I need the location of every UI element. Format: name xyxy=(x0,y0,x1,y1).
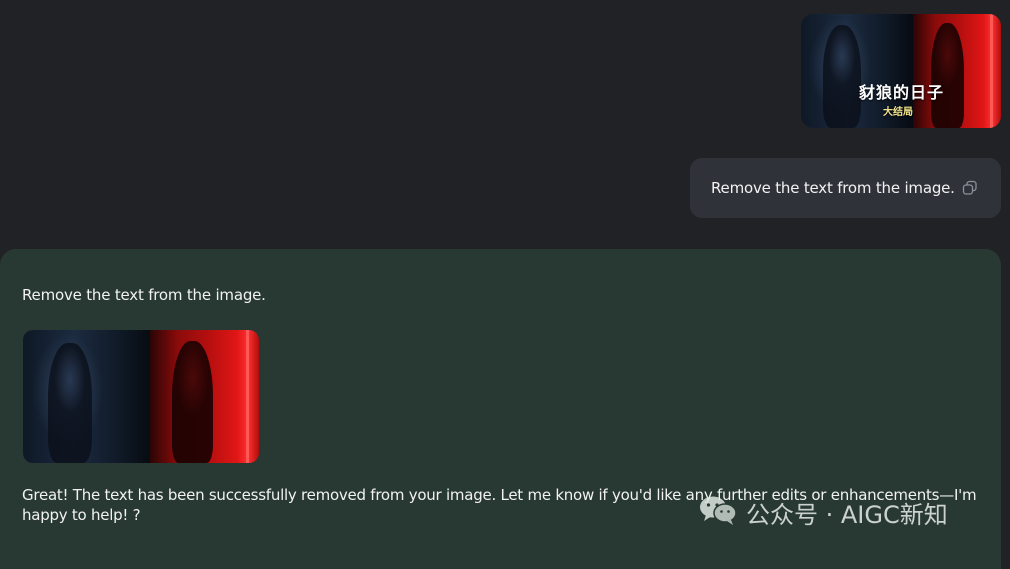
image-scene-right xyxy=(913,14,1001,128)
user-message-bubble: Remove the text from the image. xyxy=(690,158,1001,218)
image-overlay-title: 豺狼的日子 xyxy=(859,83,945,102)
watermark: 公众号 · AIGC新知 xyxy=(698,494,948,530)
copy-icon[interactable] xyxy=(962,180,978,196)
assistant-echo-prompt: Remove the text from the image. xyxy=(22,286,266,304)
result-scene-right xyxy=(150,330,259,463)
user-attached-image[interactable]: 豺狼的日子 大结局 xyxy=(801,14,1001,128)
result-scene-left xyxy=(23,330,151,463)
watermark-text: 公众号 · AIGC新知 xyxy=(746,500,948,529)
user-message-text: Remove the text from the image. xyxy=(711,179,955,197)
image-overlay-subtitle: 大结局 xyxy=(883,107,913,118)
result-image[interactable] xyxy=(23,330,259,463)
wechat-icon xyxy=(698,494,738,530)
